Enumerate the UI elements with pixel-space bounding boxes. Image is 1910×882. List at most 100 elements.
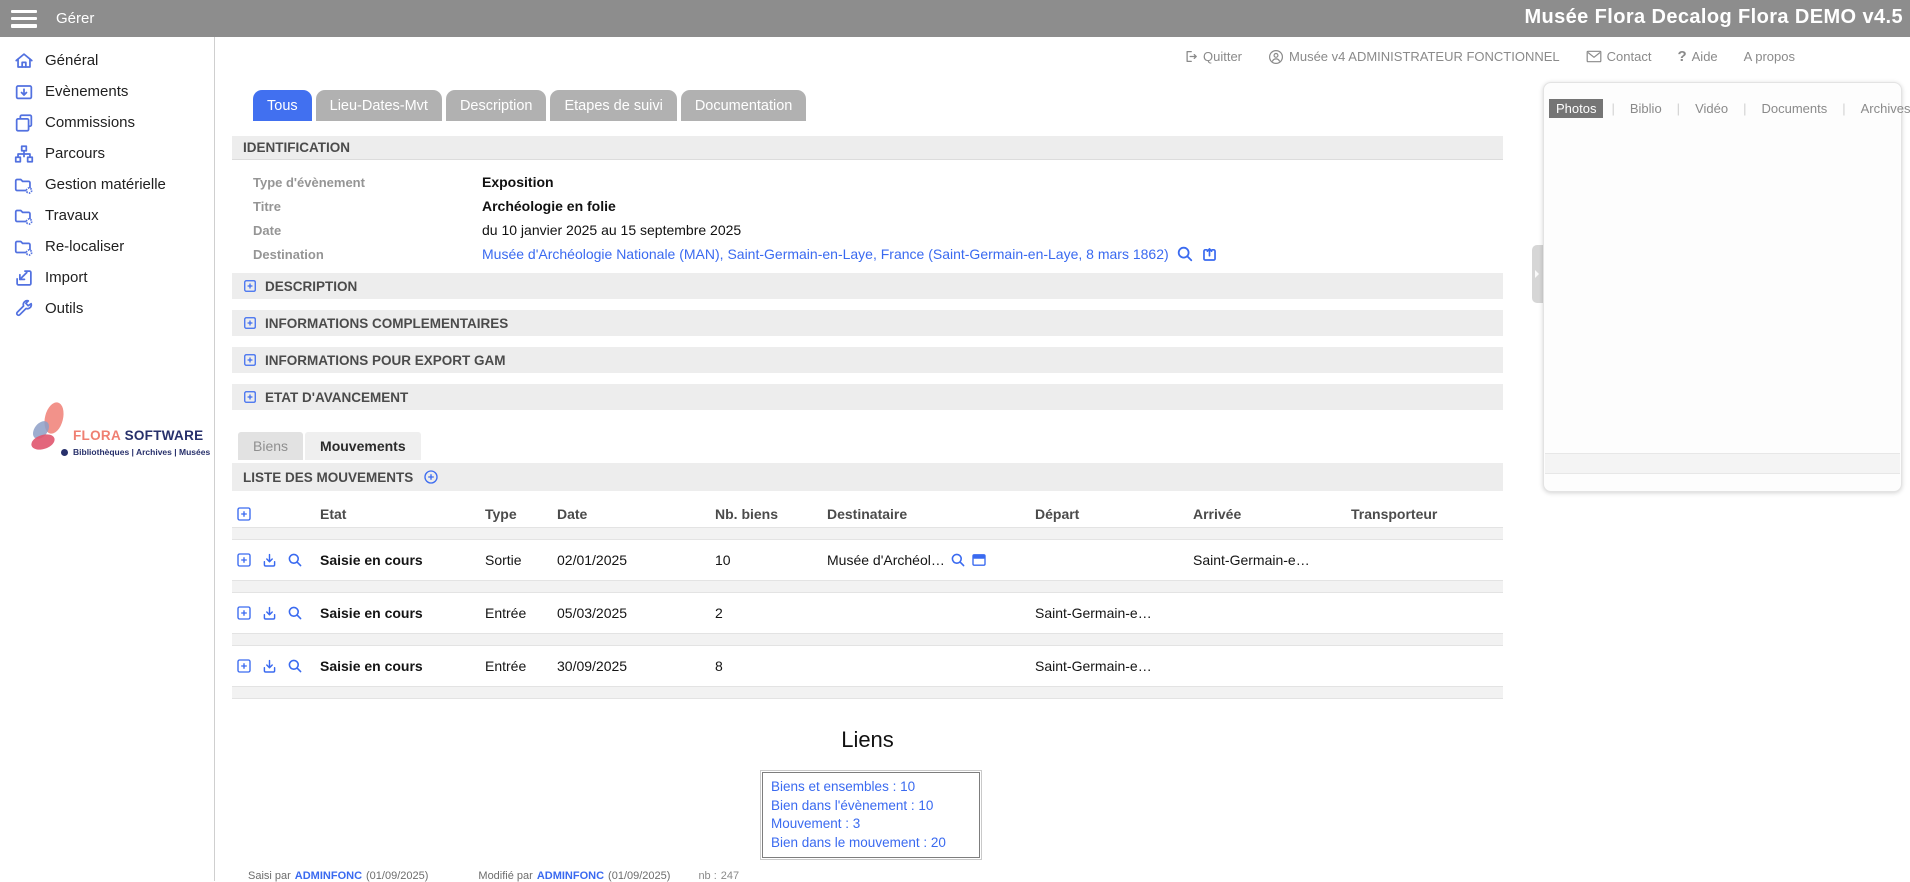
- liens-link-bien-dans-mouvement[interactable]: Bien dans le mouvement : 20: [771, 834, 971, 853]
- add-icon[interactable]: [236, 552, 252, 569]
- cell-depart: Saint-Germain-e…: [1035, 605, 1193, 621]
- sidebar-item-commissions[interactable]: Commissions: [0, 107, 214, 138]
- section-description[interactable]: DESCRIPTION: [232, 273, 1503, 299]
- subtab-mouvements[interactable]: Mouvements: [305, 432, 421, 460]
- tab-lieu-dates-mvt[interactable]: Lieu-Dates-Mvt: [316, 90, 442, 121]
- cell-etat: Saisie en cours: [320, 552, 485, 568]
- media-tab-photos[interactable]: Photos: [1549, 99, 1603, 118]
- expand-plus-icon[interactable]: [243, 279, 257, 293]
- media-tab-documents[interactable]: Documents: [1754, 99, 1834, 118]
- media-tab-video[interactable]: Vidéo: [1688, 99, 1735, 118]
- export-download-icon[interactable]: [261, 552, 278, 569]
- list-subtabs: Biens Mouvements: [238, 432, 421, 460]
- saisi-par-date: (01/09/2025): [366, 870, 428, 882]
- expand-plus-icon[interactable]: [243, 316, 257, 330]
- add-icon[interactable]: [236, 605, 252, 622]
- identification-header: IDENTIFICATION: [232, 136, 1503, 160]
- sidebar-item-label: Re-localiser: [45, 238, 124, 255]
- help-icon: ?: [1677, 48, 1686, 65]
- row-separator: [232, 580, 1503, 593]
- field-value: Archéologie en folie: [482, 194, 616, 218]
- menu-label[interactable]: Gérer: [56, 10, 94, 27]
- contact-label: Contact: [1607, 49, 1652, 64]
- cell-depart: Saint-Germain-e…: [1035, 658, 1193, 674]
- cell-nb-biens: 2: [715, 605, 827, 621]
- liens-link-biens-et-ensembles[interactable]: Biens et ensembles : 10: [771, 778, 971, 797]
- liste-mouvements-title: LISTE DES MOUVEMENTS: [243, 470, 413, 485]
- sidebar-item-label: Evènements: [45, 83, 128, 100]
- sidebar-item-evenements[interactable]: Evènements: [0, 76, 214, 107]
- cell-arrivee: Saint-Germain-e…: [1193, 552, 1351, 568]
- modifie-par-user-link[interactable]: ADMINFONC: [537, 870, 604, 882]
- contact-button[interactable]: Contact: [1586, 49, 1652, 64]
- sidebar-item-re-localiser[interactable]: Re-localiser: [0, 231, 214, 262]
- tab-documentation[interactable]: Documentation: [681, 90, 807, 121]
- section-informations-export-gam[interactable]: INFORMATIONS POUR EXPORT GAM: [232, 347, 1503, 373]
- record-card-icon[interactable]: [971, 552, 987, 568]
- media-tab-biblio[interactable]: Biblio: [1623, 99, 1669, 118]
- export-download-icon[interactable]: [261, 605, 278, 622]
- tab-separator: |: [1603, 101, 1622, 116]
- expand-plus-icon[interactable]: [243, 390, 257, 404]
- saisi-par-user-link[interactable]: ADMINFONC: [295, 870, 362, 882]
- add-row-icon[interactable]: [236, 506, 252, 522]
- tab-description[interactable]: Description: [446, 90, 547, 121]
- media-tab-archives[interactable]: Archives: [1854, 99, 1910, 118]
- hamburger-menu-icon[interactable]: [11, 10, 37, 28]
- search-icon[interactable]: [287, 658, 303, 675]
- col-type: Type: [485, 506, 557, 522]
- record-count-label: nb :: [698, 870, 716, 882]
- expand-plus-icon[interactable]: [243, 353, 257, 367]
- cell-type: Sortie: [485, 552, 557, 568]
- cell-etat: Saisie en cours: [320, 605, 485, 621]
- sidebar-item-general[interactable]: Général: [0, 45, 214, 76]
- tab-tous[interactable]: Tous: [253, 90, 312, 121]
- mail-icon: [1586, 50, 1602, 63]
- liste-mouvements-header: LISTE DES MOUVEMENTS: [232, 463, 1503, 491]
- search-icon[interactable]: [950, 552, 966, 568]
- movement-row: Saisie en cours Sortie 02/01/2025 10 Mus…: [232, 540, 1503, 580]
- open-record-icon[interactable]: [1201, 246, 1218, 263]
- liens-link-bien-dans-evenement[interactable]: Bien dans l'évènement : 10: [771, 797, 971, 816]
- record-content: Tous Lieu-Dates-Mvt Description Etapes d…: [232, 37, 1503, 881]
- cell-date: 05/03/2025: [557, 605, 715, 621]
- search-icon[interactable]: [287, 552, 303, 569]
- sidebar-item-label: Parcours: [45, 145, 105, 162]
- destination-link[interactable]: Musée d'Archéologie Nationale (MAN), Sai…: [482, 246, 1169, 262]
- field-destination: Destination Musée d'Archéologie National…: [232, 242, 1503, 266]
- record-footer: Saisi par ADMINFONC (01/09/2025) Modifié…: [248, 870, 1348, 882]
- sidebar-item-travaux[interactable]: Travaux: [0, 200, 214, 231]
- movement-row: Saisie en cours Entrée 05/03/2025 2 Sain…: [232, 593, 1503, 633]
- media-panel-collapse-handle[interactable]: [1532, 245, 1543, 303]
- flora-logo: FLORA SOFTWARE Bibliothèques | Archives …: [28, 400, 208, 462]
- a-propos-button[interactable]: A propos: [1744, 49, 1795, 64]
- section-informations-complementaires[interactable]: INFORMATIONS COMPLEMENTAIRES: [232, 310, 1503, 336]
- sidebar-item-outils[interactable]: Outils: [0, 293, 214, 324]
- field-label: Titre: [232, 194, 482, 218]
- liens-link-mouvement[interactable]: Mouvement : 3: [771, 815, 971, 834]
- subtab-biens[interactable]: Biens: [238, 432, 303, 460]
- tab-separator: |: [1735, 101, 1754, 116]
- sidebar-item-label: Gestion matérielle: [45, 176, 166, 193]
- aide-button[interactable]: ? Aide: [1677, 48, 1717, 65]
- export-download-icon[interactable]: [261, 658, 278, 675]
- wrench-icon: [12, 297, 36, 321]
- row-separator: [232, 527, 1503, 540]
- col-etat: Etat: [320, 506, 485, 522]
- sidebar-item-parcours[interactable]: Parcours: [0, 138, 214, 169]
- topbar: Gérer Musée Flora Decalog Flora DEMO v4.…: [0, 0, 1910, 37]
- tab-etapes-de-suivi[interactable]: Etapes de suivi: [550, 90, 676, 121]
- folder-gear-icon: [12, 204, 36, 228]
- sidebar-item-label: Commissions: [45, 114, 135, 131]
- add-mouvement-icon[interactable]: [423, 469, 439, 485]
- col-arrivee: Arrivée: [1193, 506, 1351, 522]
- add-icon[interactable]: [236, 658, 252, 675]
- sidebar: Général Evènements Commissions Parcours …: [0, 37, 215, 881]
- folder-gear-icon: [12, 173, 36, 197]
- sidebar-item-import[interactable]: Import: [0, 262, 214, 293]
- sidebar-item-gestion-materielle[interactable]: Gestion matérielle: [0, 169, 214, 200]
- sidebar-item-label: Outils: [45, 300, 83, 317]
- search-icon[interactable]: [287, 605, 303, 622]
- section-etat-avancement[interactable]: ETAT D'AVANCEMENT: [232, 384, 1503, 410]
- search-icon[interactable]: [1176, 245, 1194, 263]
